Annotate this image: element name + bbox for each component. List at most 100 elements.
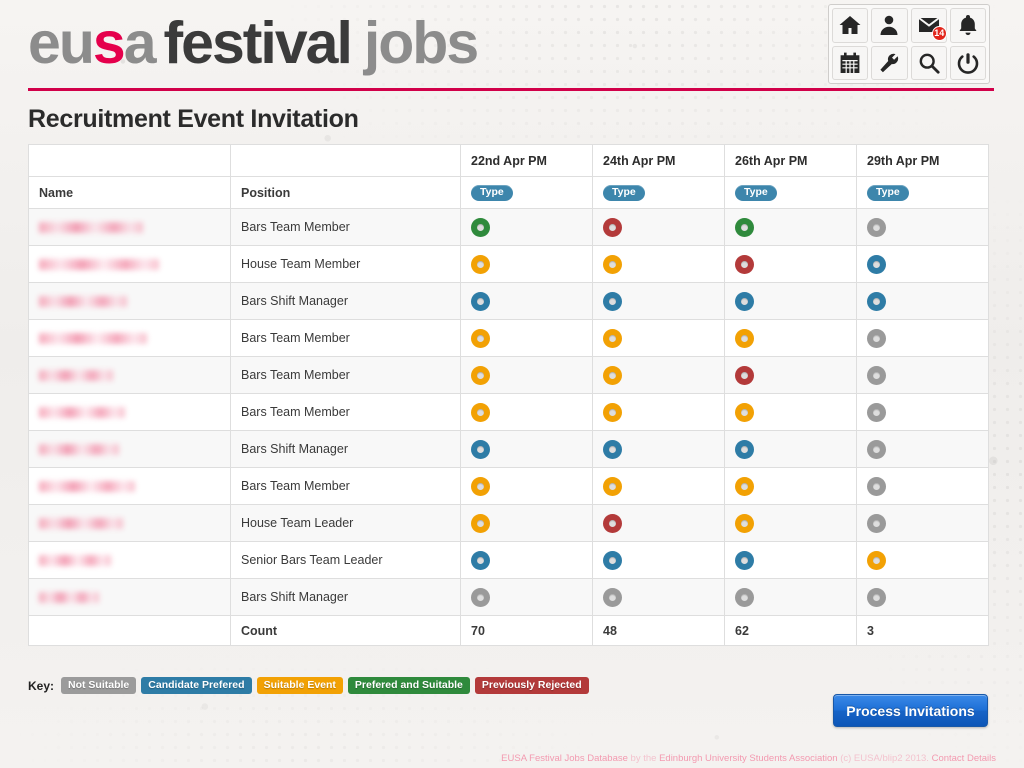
footer-link-database[interactable]: EUSA Festival Jobs Database — [501, 753, 628, 764]
status-indicator-orange[interactable] — [471, 514, 490, 533]
status-cell[interactable] — [461, 283, 593, 320]
status-indicator-blue[interactable] — [471, 551, 490, 570]
status-cell[interactable] — [593, 320, 725, 357]
status-indicator-blue[interactable] — [603, 292, 622, 311]
status-cell[interactable] — [857, 542, 989, 579]
status-cell[interactable] — [857, 283, 989, 320]
status-cell[interactable] — [725, 357, 857, 394]
status-cell[interactable] — [857, 394, 989, 431]
status-cell[interactable] — [857, 468, 989, 505]
status-cell[interactable] — [725, 468, 857, 505]
bell-icon[interactable] — [950, 8, 986, 43]
status-cell[interactable] — [857, 357, 989, 394]
status-cell[interactable] — [857, 505, 989, 542]
status-cell[interactable] — [725, 283, 857, 320]
status-cell[interactable] — [725, 542, 857, 579]
footer-link-contact[interactable]: Contact Details — [932, 753, 996, 764]
status-cell[interactable] — [857, 320, 989, 357]
status-cell[interactable] — [461, 431, 593, 468]
status-cell[interactable] — [725, 579, 857, 616]
status-indicator-blue[interactable] — [603, 551, 622, 570]
status-cell[interactable] — [593, 431, 725, 468]
footer-link-eusa[interactable]: Edinburgh University Students Associatio… — [659, 753, 838, 764]
status-indicator-orange[interactable] — [471, 403, 490, 422]
status-indicator-orange[interactable] — [735, 477, 754, 496]
status-indicator-blue[interactable] — [867, 292, 886, 311]
power-icon[interactable] — [950, 46, 986, 81]
status-indicator-red[interactable] — [735, 255, 754, 274]
status-cell[interactable] — [725, 505, 857, 542]
type-badge-3[interactable]: Type — [735, 185, 777, 201]
status-indicator-blue[interactable] — [471, 292, 490, 311]
status-cell[interactable] — [461, 542, 593, 579]
status-cell[interactable] — [857, 579, 989, 616]
status-cell[interactable] — [461, 246, 593, 283]
status-cell[interactable] — [857, 246, 989, 283]
status-cell[interactable] — [461, 468, 593, 505]
status-indicator-grey[interactable] — [867, 366, 886, 385]
status-indicator-red[interactable] — [603, 218, 622, 237]
status-cell[interactable] — [461, 357, 593, 394]
status-indicator-orange[interactable] — [471, 255, 490, 274]
status-cell[interactable] — [725, 246, 857, 283]
status-cell[interactable] — [461, 505, 593, 542]
status-indicator-grey[interactable] — [867, 477, 886, 496]
calendar-icon[interactable] — [832, 46, 868, 81]
status-indicator-grey[interactable] — [867, 218, 886, 237]
status-cell[interactable] — [593, 283, 725, 320]
status-cell[interactable] — [725, 431, 857, 468]
status-cell[interactable] — [593, 394, 725, 431]
status-cell[interactable] — [725, 394, 857, 431]
status-indicator-orange[interactable] — [471, 329, 490, 348]
type-badge-1[interactable]: Type — [471, 185, 513, 201]
status-indicator-orange[interactable] — [603, 255, 622, 274]
wrench-icon[interactable] — [871, 46, 907, 81]
status-indicator-red[interactable] — [603, 514, 622, 533]
user-icon[interactable] — [871, 8, 907, 43]
status-indicator-grey[interactable] — [735, 588, 754, 607]
status-cell[interactable] — [593, 579, 725, 616]
status-indicator-blue[interactable] — [735, 292, 754, 311]
type-badge-2[interactable]: Type — [603, 185, 645, 201]
status-indicator-green[interactable] — [471, 218, 490, 237]
status-indicator-orange[interactable] — [603, 477, 622, 496]
status-indicator-orange[interactable] — [735, 403, 754, 422]
status-indicator-blue[interactable] — [867, 255, 886, 274]
search-icon[interactable] — [911, 46, 947, 81]
status-indicator-grey[interactable] — [603, 588, 622, 607]
status-indicator-orange[interactable] — [735, 329, 754, 348]
status-cell[interactable] — [725, 209, 857, 246]
status-indicator-orange[interactable] — [603, 366, 622, 385]
home-icon[interactable] — [832, 8, 868, 43]
status-cell[interactable] — [593, 505, 725, 542]
status-indicator-grey[interactable] — [867, 329, 886, 348]
status-indicator-orange[interactable] — [471, 477, 490, 496]
status-cell[interactable] — [461, 394, 593, 431]
status-cell[interactable] — [461, 579, 593, 616]
status-cell[interactable] — [593, 542, 725, 579]
status-indicator-blue[interactable] — [735, 551, 754, 570]
status-indicator-blue[interactable] — [735, 440, 754, 459]
status-indicator-grey[interactable] — [867, 403, 886, 422]
status-indicator-orange[interactable] — [867, 551, 886, 570]
status-indicator-orange[interactable] — [603, 329, 622, 348]
status-indicator-grey[interactable] — [867, 588, 886, 607]
status-cell[interactable] — [461, 209, 593, 246]
status-indicator-red[interactable] — [735, 366, 754, 385]
status-cell[interactable] — [461, 320, 593, 357]
status-indicator-blue[interactable] — [603, 440, 622, 459]
status-cell[interactable] — [593, 209, 725, 246]
status-cell[interactable] — [593, 357, 725, 394]
status-indicator-green[interactable] — [735, 218, 754, 237]
status-indicator-orange[interactable] — [735, 514, 754, 533]
status-cell[interactable] — [593, 246, 725, 283]
status-cell[interactable] — [593, 468, 725, 505]
status-indicator-grey[interactable] — [471, 588, 490, 607]
status-indicator-grey[interactable] — [867, 514, 886, 533]
envelope-icon[interactable]: 14 — [911, 8, 947, 43]
type-badge-4[interactable]: Type — [867, 185, 909, 201]
status-cell[interactable] — [857, 431, 989, 468]
process-invitations-button[interactable]: Process Invitations — [833, 694, 988, 727]
status-indicator-blue[interactable] — [471, 440, 490, 459]
status-indicator-orange[interactable] — [603, 403, 622, 422]
